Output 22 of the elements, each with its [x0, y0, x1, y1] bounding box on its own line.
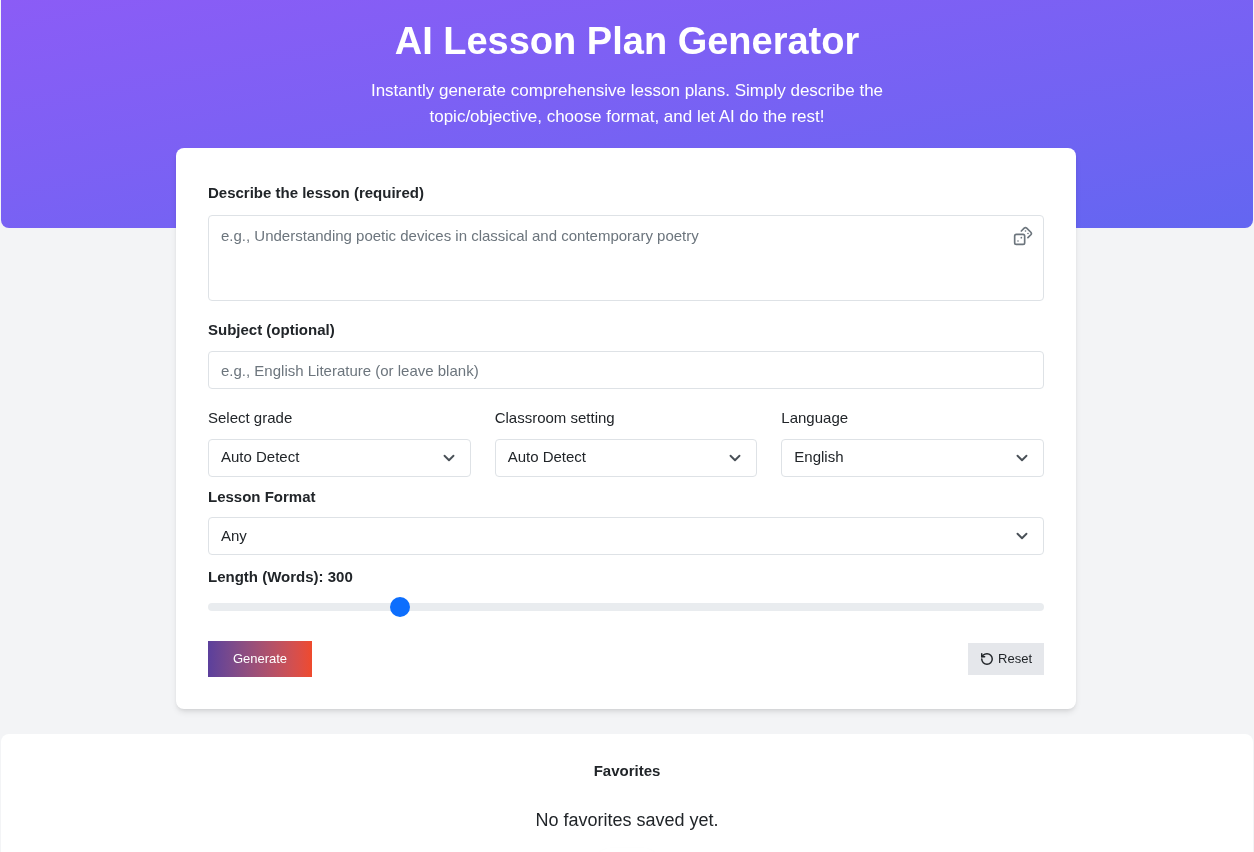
subject-field[interactable]: e.g., English Literature (or leave blank): [208, 351, 1044, 389]
slider-thumb[interactable]: [390, 596, 411, 617]
field-label: Language: [781, 408, 850, 428]
reset-button[interactable]: Reset: [968, 642, 1044, 675]
field-label: Subject (optional): [208, 319, 336, 340]
field-label: Length (Words): 300: [208, 567, 354, 587]
dropdown[interactable]: English: [781, 438, 1044, 477]
dropdown[interactable]: Auto Detect: [208, 438, 471, 477]
generate-button[interactable]: Generate: [208, 640, 312, 677]
lesson-description-field[interactable]: e.g., Understanding poetic devices in classical and contemporary poetry: [208, 214, 1044, 301]
reset-icon: [980, 651, 995, 666]
page-subtitle: Instantly generate comprehensive lesson plans. Simply describe the topic/objective, choose format, and let AI do the rest!: [369, 79, 885, 128]
dropdown[interactable]: Any: [208, 517, 1044, 555]
field-label: Classroom setting: [494, 408, 616, 428]
favorites-title: Favorites: [593, 761, 661, 781]
field-label: Describe the lesson (required): [208, 183, 425, 203]
field-label: Select grade: [208, 408, 294, 428]
page-title: AI Lesson Plan Generator: [394, 19, 860, 64]
dice-icon[interactable]: [1013, 225, 1033, 246]
field-label: Lesson Format: [208, 486, 317, 507]
empty-message: No favorites saved yet.: [535, 808, 719, 832]
dropdown[interactable]: Auto Detect: [494, 438, 758, 477]
